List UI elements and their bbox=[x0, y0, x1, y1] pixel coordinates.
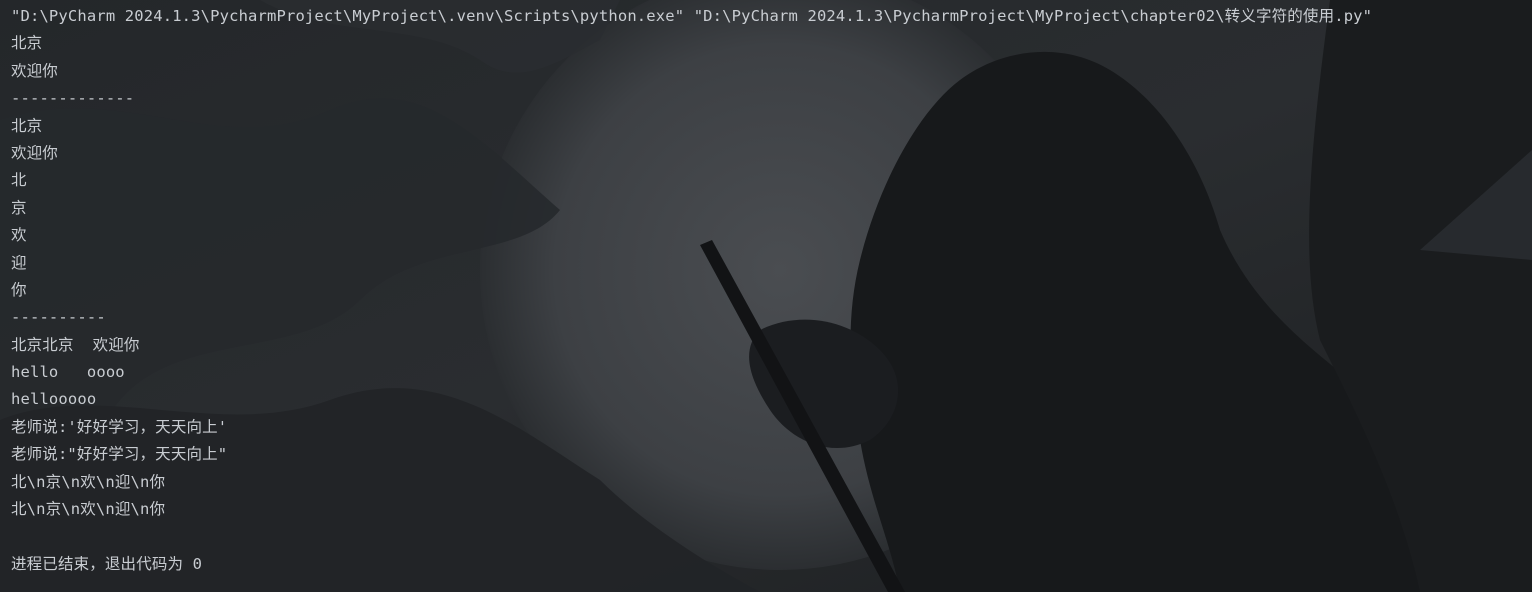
output-line: 北 bbox=[11, 171, 27, 190]
output-line: 你 bbox=[11, 280, 27, 299]
output-line: 老师说:'好好学习，天天向上' bbox=[11, 417, 228, 436]
output-line: 北京 bbox=[11, 116, 43, 135]
output-line: 北\n京\n欢\n迎\n你 bbox=[11, 472, 166, 491]
output-line: ------------- bbox=[11, 89, 135, 108]
output-line: 京 bbox=[11, 198, 27, 217]
output-line: 欢迎你 bbox=[11, 143, 58, 162]
run-window: { "console": { "command": "\"D:\\PyCharm… bbox=[0, 0, 1532, 592]
output-line: 迎 bbox=[11, 253, 27, 272]
output-line: hellooooo bbox=[11, 390, 97, 409]
output-line: 欢迎你 bbox=[11, 61, 58, 80]
output-line: 北\n京\n欢\n迎\n你 bbox=[11, 500, 166, 519]
output-line: hello oooo bbox=[11, 363, 125, 382]
output-line: ---------- bbox=[11, 308, 106, 327]
output-line: 北京北京 欢迎你 bbox=[11, 335, 140, 354]
output-line: 北京 bbox=[11, 34, 43, 53]
output-line: 欢 bbox=[11, 226, 27, 245]
output-line: 进程已结束，退出代码为 0 bbox=[11, 554, 203, 573]
output-line: 老师说:"好好学习，天天向上" bbox=[11, 445, 228, 464]
run-console[interactable]: "D:\PyCharm 2024.1.3\PycharmProject\MyPr… bbox=[0, 0, 1532, 592]
command-line: "D:\PyCharm 2024.1.3\PycharmProject\MyPr… bbox=[11, 7, 1373, 25]
console-output: 北京 欢迎你 ------------- 北京 欢迎你北京欢迎你 ---------- 北京… bbox=[11, 30, 1532, 578]
